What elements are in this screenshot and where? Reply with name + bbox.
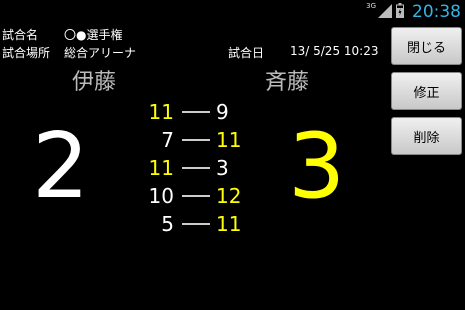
game-scores: 11 9 7 11 11 3 10 12 5 11 (130, 98, 260, 238)
score-separator (182, 111, 210, 113)
game-score-left: 7 (161, 128, 174, 152)
score-separator (182, 195, 210, 197)
signal-icon (378, 3, 392, 22)
total-score-right: 3 (288, 114, 346, 219)
game-row: 11 3 (130, 154, 260, 182)
network-type-label: 3G (366, 2, 376, 10)
delete-button[interactable]: 削除 (391, 117, 462, 155)
date-label: 試合日 (228, 46, 265, 60)
game-score-right: 9 (216, 100, 229, 124)
game-score-left: 11 (148, 100, 174, 124)
game-row: 10 12 (130, 182, 260, 210)
clock: 20:38 (412, 2, 461, 22)
venue-label: 試合場所 (2, 46, 51, 60)
match-name-value: 〇●選手権 (64, 28, 123, 42)
edit-button[interactable]: 修正 (391, 72, 462, 110)
battery-icon (396, 2, 404, 22)
player-right-name: 斉藤 (265, 70, 310, 95)
game-score-right: 12 (216, 184, 242, 208)
score-separator (182, 139, 210, 141)
match-name-label: 試合名 (2, 28, 39, 42)
game-score-right: 3 (216, 156, 229, 180)
player-left-name: 伊藤 (72, 70, 117, 95)
game-row: 7 11 (130, 126, 260, 154)
status-bar: 3G 20:38 (0, 0, 465, 24)
game-score-right: 11 (216, 212, 242, 236)
game-row: 11 9 (130, 98, 260, 126)
close-button[interactable]: 閉じる (391, 27, 462, 65)
game-row: 5 11 (130, 210, 260, 238)
date-value: 13/ 5/25 10:23 (290, 44, 379, 58)
venue-value: 総合アリーナ (64, 46, 137, 60)
total-score-left: 2 (32, 114, 90, 219)
game-score-left: 10 (148, 184, 174, 208)
game-score-left: 5 (161, 212, 174, 236)
score-separator (182, 223, 210, 225)
game-score-left: 11 (148, 156, 174, 180)
score-separator (182, 167, 210, 169)
game-score-right: 11 (216, 128, 242, 152)
status-icons: 3G 20:38 (366, 0, 461, 24)
